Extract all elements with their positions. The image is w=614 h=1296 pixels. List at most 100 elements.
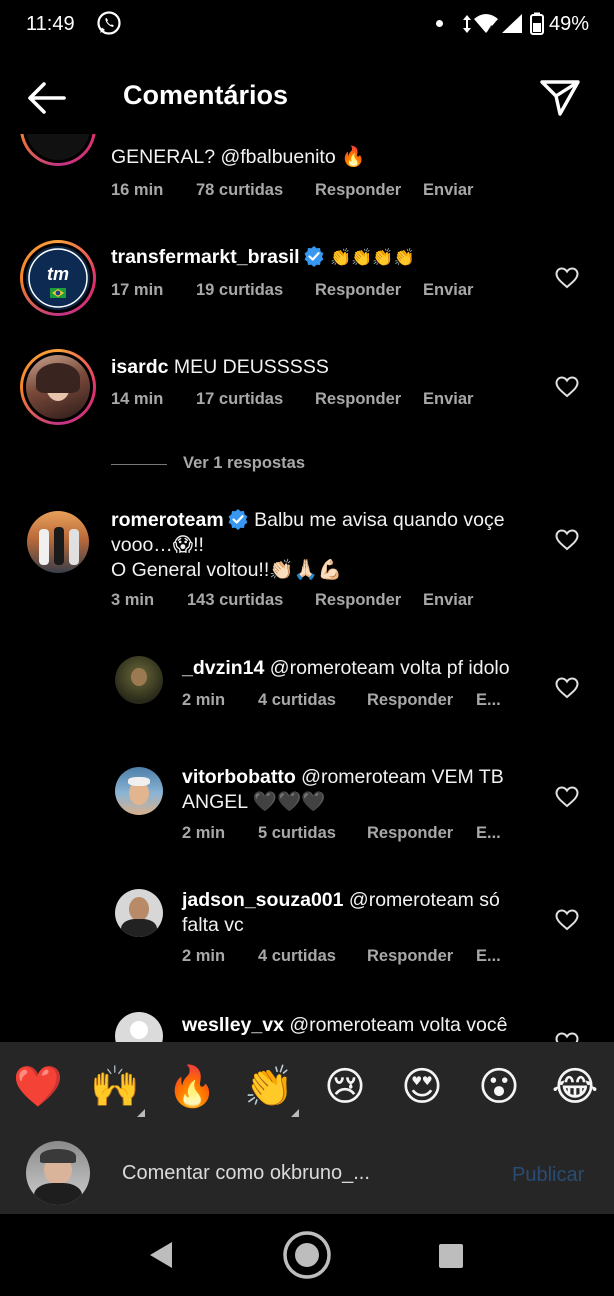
comment-username[interactable]: transfermarkt_brasil [111, 246, 300, 268]
likes-count[interactable]: 19 curtidas [196, 281, 283, 300]
comment-text: 👏👏👏👏 [330, 248, 415, 267]
send-button[interactable]: E... [476, 824, 501, 843]
avatar[interactable] [20, 349, 96, 425]
reply-text: @romeroteam volta você [289, 1014, 508, 1036]
send-button[interactable]: E... [476, 947, 501, 966]
whatsapp-icon [97, 11, 121, 35]
reply-text-line: falta vc [182, 914, 244, 936]
transfermarkt-logo: tm [28, 248, 88, 308]
reply-item: vitorbobatto @romeroteam VEM TB ANGEL 🖤🖤… [0, 760, 614, 870]
likes-count[interactable]: 5 curtidas [258, 824, 336, 843]
publish-button[interactable]: Publicar [512, 1164, 584, 1187]
notification-dot [436, 20, 443, 27]
heart-icon[interactable] [555, 909, 579, 931]
reply-time: 2 min [182, 947, 226, 965]
direct-send-icon[interactable] [536, 74, 584, 120]
skin-tone-indicator-icon [291, 1109, 299, 1117]
avatar[interactable] [115, 1012, 163, 1042]
comment-text: MEU DEUSSSSS [173, 356, 329, 378]
nav-recents-icon[interactable] [437, 1242, 465, 1270]
avatar[interactable]: tm [20, 240, 96, 316]
comment-composer: Publicar [0, 1132, 614, 1214]
send-button[interactable]: Enviar [423, 181, 473, 200]
likes-count[interactable]: 4 curtidas [258, 691, 336, 710]
likes-count[interactable]: 17 curtidas [196, 390, 283, 409]
comment-text-line: O General voltou!!👏🏻🙏🏻💪🏻 [111, 559, 343, 581]
skin-tone-indicator-icon [137, 1109, 145, 1117]
reply-item: jadson_souza001 @romeroteam só falta vc … [0, 884, 614, 994]
reply-text: @romeroteam só [348, 889, 500, 911]
heart-icon[interactable] [555, 529, 579, 551]
view-replies-toggle[interactable]: Ver 1 respostas [111, 454, 411, 474]
reply-button[interactable]: Responder [315, 591, 401, 610]
reply-text: @romeroteam VEM TB [301, 766, 504, 788]
reply-button[interactable]: Responder [367, 691, 453, 710]
send-button[interactable]: Enviar [423, 591, 473, 610]
heart-icon[interactable] [555, 677, 579, 699]
reply-username[interactable]: weslley_vx [182, 1014, 284, 1036]
comment-item: romeroteam Balbu me avisa quando voçe vo… [0, 500, 614, 620]
avatar[interactable] [115, 767, 163, 815]
status-time: 11:49 [26, 13, 75, 35]
likes-count[interactable]: 143 curtidas [187, 591, 283, 610]
reaction-raised-hands[interactable]: 🙌 [90, 1064, 140, 1110]
heart-icon[interactable] [555, 376, 579, 398]
send-button[interactable]: Enviar [423, 281, 473, 300]
avatar[interactable] [115, 889, 163, 937]
reaction-heart-eyes[interactable]: 😍 [397, 1064, 447, 1110]
comment-username[interactable]: isardc [111, 356, 168, 378]
svg-text:tm: tm [47, 264, 69, 284]
avatar[interactable] [27, 511, 89, 573]
reaction-cry[interactable]: 😢 [320, 1064, 370, 1110]
status-bar: 11:49 4 49% [0, 0, 614, 50]
reaction-fire[interactable]: 🔥 [167, 1064, 217, 1110]
page-title: Comentários [123, 80, 289, 110]
reply-time: 2 min [182, 824, 226, 842]
comment-time: 3 min [111, 591, 155, 609]
send-button[interactable]: E... [476, 691, 501, 710]
avatar [26, 1141, 90, 1205]
reply-item: weslley_vx @romeroteam volta você [0, 1008, 614, 1042]
reply-button[interactable]: Responder [315, 281, 401, 300]
reply-button[interactable]: Responder [315, 390, 401, 409]
heart-icon[interactable] [555, 267, 579, 289]
comment-time: 14 min [111, 390, 164, 408]
nav-back-icon[interactable] [146, 1239, 176, 1271]
heart-icon[interactable] [555, 1032, 579, 1042]
reaction-clap[interactable]: 👏 [244, 1064, 294, 1110]
reply-username[interactable]: _dvzin14 [182, 657, 264, 679]
view-replies-label[interactable]: Ver 1 respostas [183, 454, 305, 473]
comment-username[interactable]: romeroteam [111, 509, 224, 531]
nav-home-icon[interactable] [281, 1229, 333, 1281]
reply-button[interactable]: Responder [367, 947, 453, 966]
wifi-badge: 4 [488, 24, 493, 34]
quick-reaction-bar: ❤️ 🙌 🔥 👏 😢 😍 😮 😂 [0, 1042, 614, 1132]
avatar[interactable] [20, 134, 96, 166]
avatar[interactable] [115, 656, 163, 704]
reply-username[interactable]: vitorbobatto [182, 766, 296, 788]
reply-button[interactable]: Responder [367, 824, 453, 843]
battery-percent: 49% [549, 13, 590, 35]
reaction-laugh[interactable]: 😂 [550, 1064, 600, 1110]
header: Comentários [0, 60, 614, 134]
comment-item: isardc MEU DEUSSSSS 14 min 17 curtidas R… [0, 344, 614, 484]
comment-input[interactable] [122, 1158, 492, 1188]
verified-badge-icon [228, 509, 248, 530]
reaction-surprised[interactable]: 😮 [474, 1064, 524, 1110]
reply-text-line: ANGEL 🖤🖤🖤 [182, 791, 326, 813]
reaction-heart[interactable]: ❤️ [13, 1064, 63, 1110]
verified-badge-icon [304, 246, 323, 267]
likes-count[interactable]: 4 curtidas [258, 947, 336, 966]
reply-username[interactable]: jadson_souza001 [182, 889, 343, 911]
comment-item: GENERAL? @fbalbuenito 🔥 16 min 78 curtid… [0, 134, 614, 204]
back-arrow-icon[interactable] [24, 78, 70, 118]
signal-icons: 4 [463, 12, 544, 35]
comment-list[interactable]: GENERAL? @fbalbuenito 🔥 16 min 78 curtid… [0, 134, 614, 1042]
comment-time: 16 min [111, 181, 164, 199]
comment-time: 17 min [111, 281, 164, 299]
heart-icon[interactable] [555, 786, 579, 808]
send-button[interactable]: Enviar [423, 390, 473, 409]
system-nav-bar [0, 1214, 614, 1296]
reply-button[interactable]: Responder [315, 181, 401, 200]
likes-count[interactable]: 78 curtidas [196, 181, 283, 200]
